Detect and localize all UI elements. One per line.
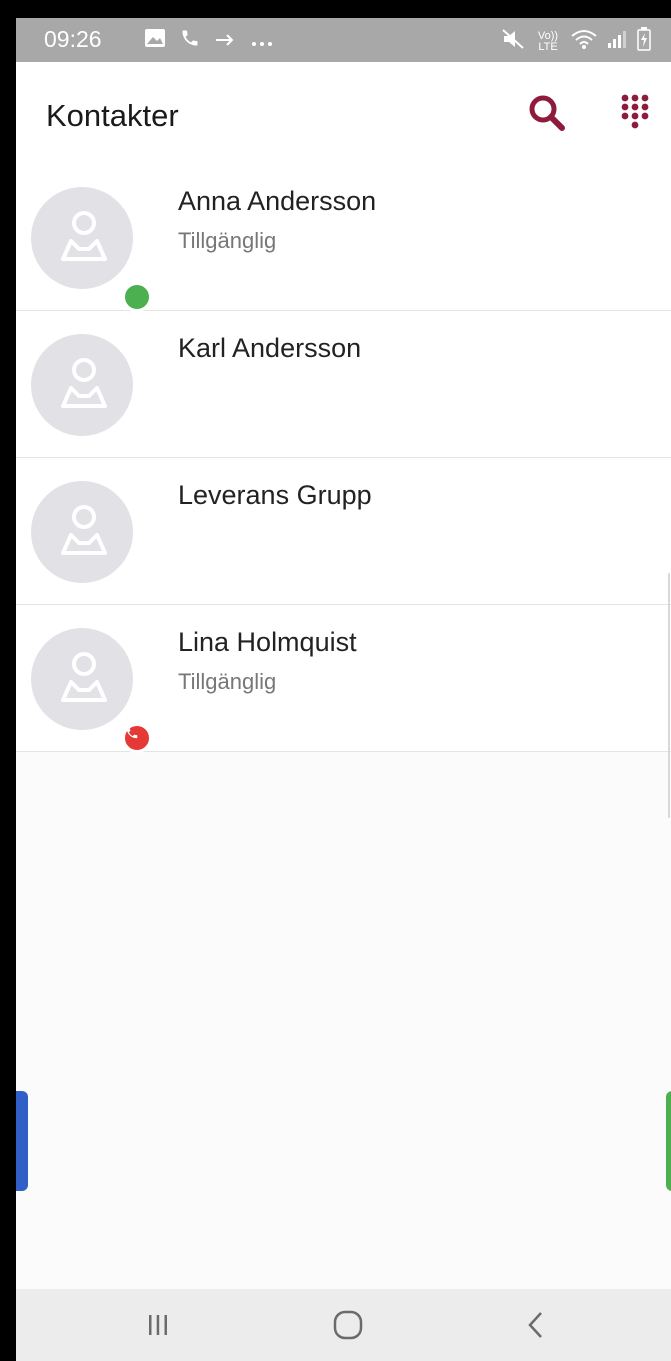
person-placeholder-icon	[61, 211, 107, 261]
dialpad-button[interactable]	[612, 90, 658, 136]
avatar	[31, 481, 133, 583]
contact-name: Karl Andersson	[178, 333, 362, 363]
status-left-icons	[144, 27, 274, 54]
back-icon	[528, 1312, 542, 1338]
presence-on-call-badge	[122, 723, 152, 753]
app-bar: Kontakter	[16, 62, 671, 164]
person-placeholder-icon	[61, 505, 107, 555]
person-placeholder-icon	[61, 358, 107, 408]
contact-row-karl-andersson[interactable]: Karl Andersson	[16, 311, 671, 458]
volte-icon: Vo)) LTE	[535, 29, 561, 53]
volte-label: Vo)) LTE	[537, 29, 559, 53]
status-right-icons: Vo)) LTE	[501, 27, 651, 56]
edge-panel-handle-right[interactable]	[666, 1091, 671, 1191]
contact-name: Lina Holmquist	[178, 627, 357, 657]
home-icon	[333, 1310, 363, 1340]
phone-icon	[126, 727, 138, 739]
home-button[interactable]	[318, 1303, 378, 1347]
person-placeholder-icon	[61, 652, 107, 702]
contact-status: Tillgänglig	[178, 228, 277, 253]
contact-row-anna-andersson[interactable]: Anna Andersson Tillgänglig	[16, 164, 671, 312]
battery-icon	[637, 27, 651, 56]
avatar	[31, 334, 133, 436]
system-nav-bar	[16, 1289, 671, 1361]
edge-panel-handle-left[interactable]	[16, 1091, 28, 1191]
contact-name: Leverans Grupp	[178, 480, 372, 510]
presence-available-badge	[122, 282, 152, 312]
mute-icon	[501, 28, 525, 55]
phone-icon	[180, 27, 200, 54]
avatar	[31, 628, 152, 753]
search-icon	[529, 95, 565, 131]
contact-list: Anna Andersson Tillgänglig Karl Andersso…	[16, 164, 671, 753]
more-dots-icon	[250, 27, 274, 54]
contact-name: Anna Andersson	[178, 186, 377, 216]
contact-row-leverans-grupp[interactable]: Leverans Grupp	[16, 458, 671, 605]
gallery-icon	[144, 27, 166, 54]
phone-screen: 09:26 Vo)) LTE Kontakter Anna Andersson …	[16, 18, 671, 1361]
recent-apps-button[interactable]	[128, 1303, 188, 1347]
search-button[interactable]	[524, 90, 570, 136]
avatar	[31, 187, 152, 312]
signal-icon	[607, 29, 627, 54]
forward-arrow-icon	[214, 27, 236, 54]
status-bar: 09:26 Vo)) LTE	[16, 18, 671, 62]
page-title: Kontakter	[46, 98, 179, 133]
dialpad-icon	[621, 94, 649, 129]
recent-apps-icon	[149, 1315, 167, 1335]
contact-status: Tillgänglig	[178, 669, 277, 694]
wifi-icon	[571, 28, 597, 55]
contact-row-lina-holmquist[interactable]: Lina Holmquist Tillgänglig	[16, 605, 671, 753]
status-time: 09:26	[44, 26, 102, 52]
back-button[interactable]	[506, 1303, 566, 1347]
